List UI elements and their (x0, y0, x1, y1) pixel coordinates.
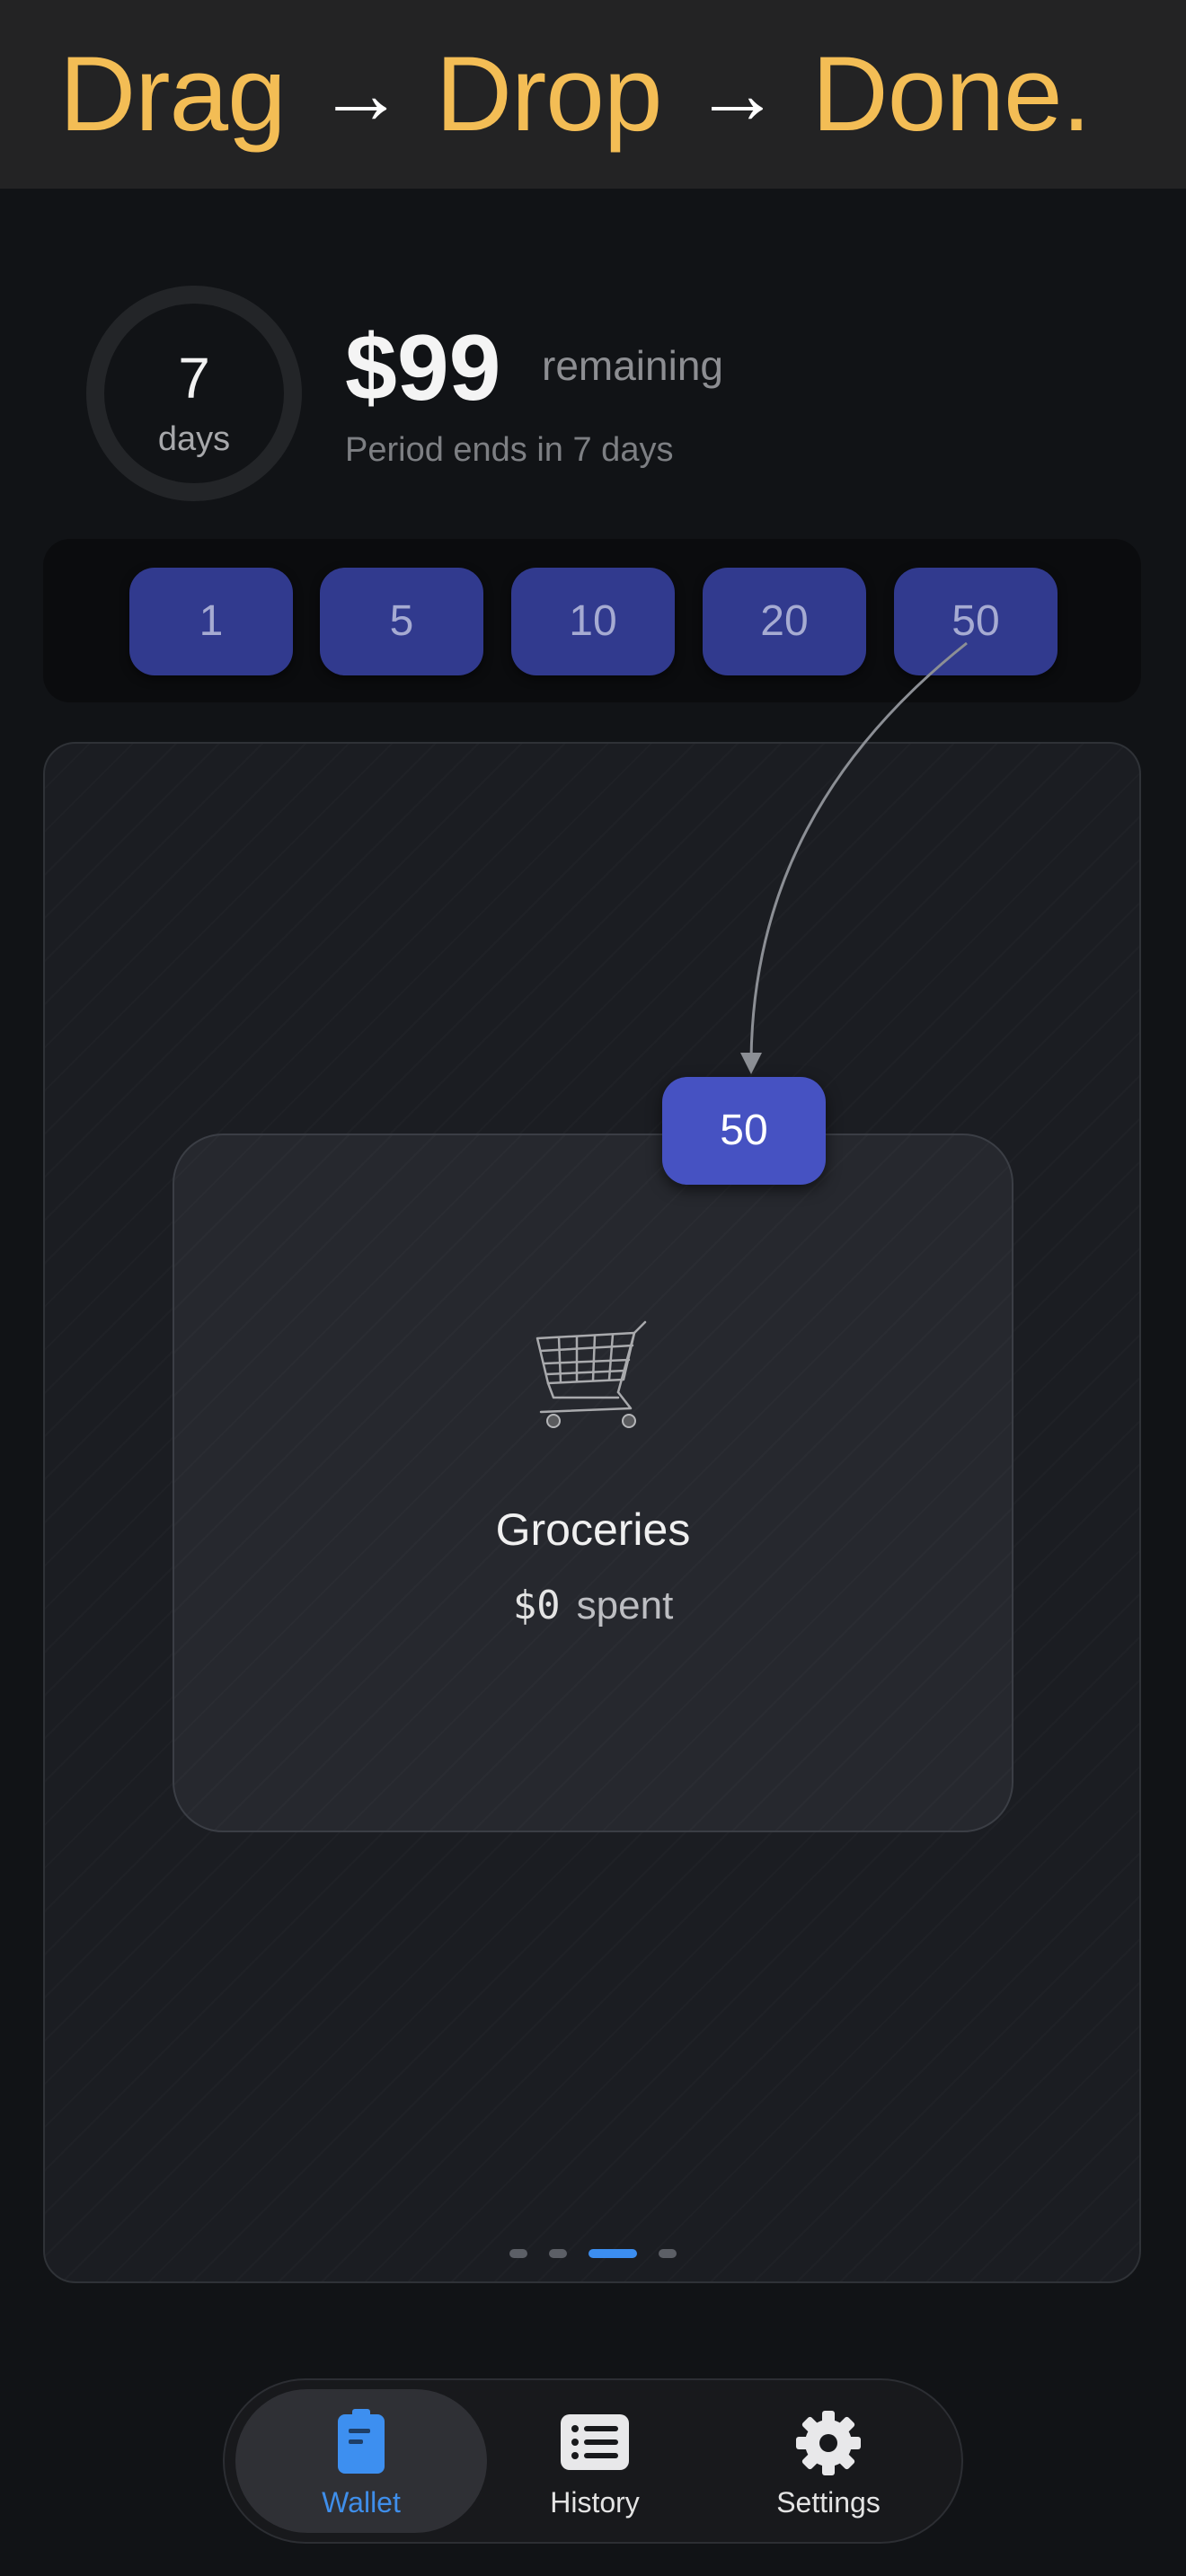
days-remaining-ring: 7 days (86, 286, 302, 501)
headline-done: Done. (811, 35, 1092, 154)
headline-drop: Drop (435, 35, 663, 154)
headline-drag: Drag (59, 35, 287, 154)
dragged-amount-chip[interactable]: 50 (662, 1077, 826, 1185)
tab-settings[interactable]: Settings (703, 2389, 954, 2533)
arrow-right-icon: → (317, 46, 404, 142)
headline-text: Drag → Drop → Done. (59, 35, 1092, 160)
carousel-page-indicator (0, 2249, 1186, 2260)
tab-bar: Wallet History Settings (223, 2378, 963, 2544)
tab-label: History (550, 2486, 640, 2519)
amount-chip-10[interactable]: 10 (511, 568, 675, 675)
wallet-icon (338, 2409, 385, 2474)
days-unit: days (157, 420, 231, 458)
days-value: 7 (178, 346, 210, 410)
tab-label: Wallet (322, 2486, 401, 2519)
shopping-cart-icon (535, 1320, 647, 1428)
gear-icon (796, 2411, 861, 2475)
amount-chip-5[interactable]: 5 (320, 568, 483, 675)
category-name: Groceries (495, 1504, 691, 1555)
tab-history[interactable]: History (469, 2389, 721, 2533)
remaining-label: remaining (542, 342, 723, 389)
tab-wallet[interactable]: Wallet (235, 2389, 487, 2533)
tab-label: Settings (776, 2486, 881, 2519)
period-text: Period ends in 7 days (345, 431, 674, 469)
arrow-right-icon: → (694, 46, 781, 142)
amount-chip-tray: 1 5 10 20 50 (43, 539, 1141, 702)
page-dot[interactable] (509, 2249, 527, 2258)
page-dot[interactable] (659, 2249, 677, 2258)
spent-value: $0 (512, 1583, 561, 1628)
page-dot[interactable] (549, 2249, 567, 2258)
category-spent: $0 spent (174, 1583, 1012, 1628)
amount-chip-20[interactable]: 20 (703, 568, 866, 675)
page-dot-active[interactable] (589, 2249, 637, 2258)
category-card-groceries[interactable]: Groceries $0 spent (173, 1134, 1013, 1832)
list-icon (561, 2414, 629, 2470)
amount-chip-50[interactable]: 50 (894, 568, 1058, 675)
amount-chip-1[interactable]: 1 (129, 568, 293, 675)
remaining-amount: $99 (345, 316, 501, 420)
headline-banner: Drag → Drop → Done. (0, 0, 1186, 189)
spent-label: spent (576, 1584, 674, 1628)
